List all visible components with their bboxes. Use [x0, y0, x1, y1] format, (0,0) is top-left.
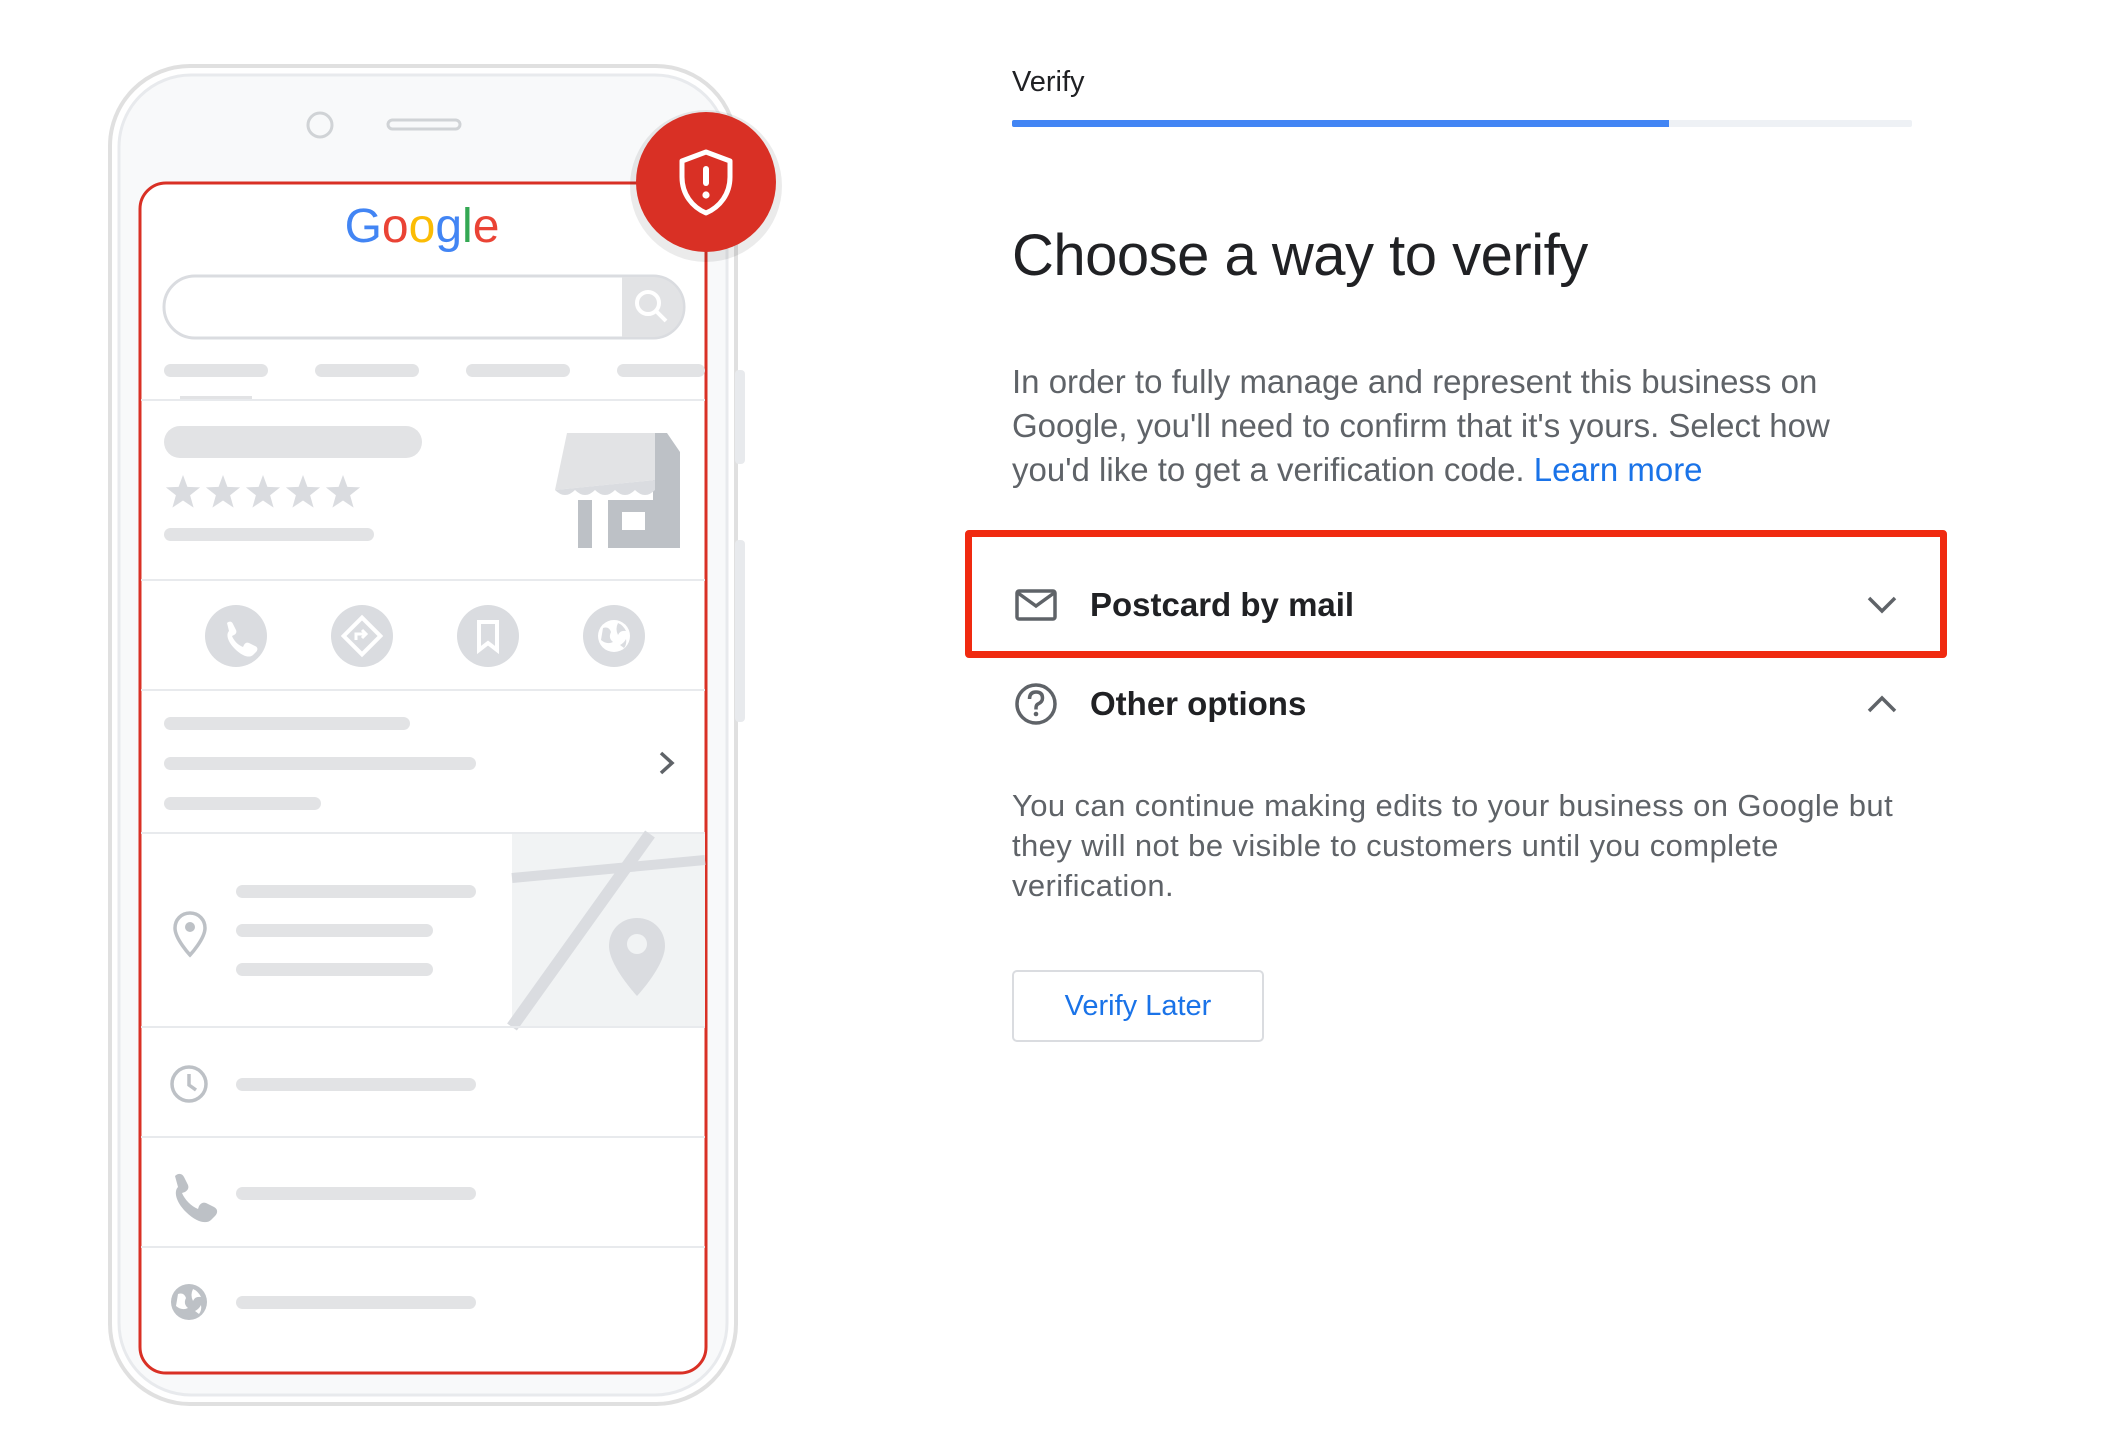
directions-icon	[331, 605, 393, 667]
globe-icon	[583, 605, 645, 667]
website-line-placeholder	[236, 1296, 476, 1309]
other-options-text: You can continue making edits to your bu…	[1012, 788, 1894, 903]
google-logo: Google	[345, 200, 500, 253]
progress-fill	[1012, 120, 1669, 127]
phone-icon	[205, 605, 267, 667]
intro-body: In order to fully manage and represent t…	[1012, 363, 1830, 488]
help-circle-icon	[1012, 680, 1060, 728]
verify-later-button[interactable]: Verify Later	[1012, 970, 1264, 1042]
tab-placeholder	[315, 364, 419, 377]
info-line-placeholder	[164, 757, 476, 770]
chevron-down-icon[interactable]	[1862, 585, 1902, 625]
shield-alert-icon	[630, 110, 782, 262]
tab-placeholder	[164, 364, 268, 377]
postcard-option-label: Postcard by mail	[1090, 586, 1355, 623]
globe-icon	[171, 1284, 207, 1320]
map-icon	[507, 830, 706, 1031]
search-bar	[162, 274, 686, 340]
business-name-placeholder	[164, 426, 422, 458]
phone-illustration: Google	[108, 64, 782, 1406]
chevron-up-icon[interactable]	[1862, 684, 1902, 724]
page-title: Choose a way to verify	[1012, 223, 1588, 288]
hours-line-placeholder	[236, 1078, 476, 1091]
info-line-placeholder	[164, 717, 410, 730]
phone-line-placeholder	[236, 1187, 476, 1200]
postcard-option[interactable]: Postcard by mail	[1012, 565, 1912, 645]
phone-side-button	[735, 370, 745, 464]
other-options-label: Other options	[1090, 685, 1307, 722]
other-options[interactable]: Other options	[1012, 664, 1912, 744]
progress-bar	[1012, 120, 1912, 127]
tab-placeholder	[466, 364, 570, 377]
learn-more-link[interactable]: Learn more	[1534, 451, 1703, 488]
tab-placeholder	[617, 364, 705, 377]
phone-side-button	[735, 540, 745, 722]
mail-icon	[1012, 581, 1060, 629]
business-meta-placeholder	[164, 528, 374, 541]
intro-text: In order to fully manage and represent t…	[1012, 360, 1912, 492]
address-line-placeholder	[236, 924, 433, 937]
address-line-placeholder	[236, 963, 433, 976]
step-label: Verify	[1012, 66, 1085, 98]
bookmark-icon	[457, 605, 519, 667]
info-line-placeholder	[164, 797, 321, 810]
address-line-placeholder	[236, 885, 476, 898]
search-button-bg	[622, 277, 683, 337]
